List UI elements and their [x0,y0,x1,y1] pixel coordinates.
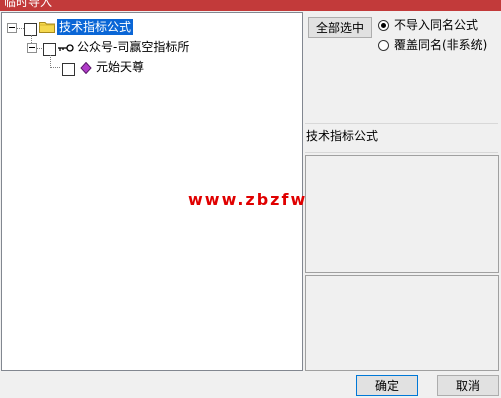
leaf-checkbox[interactable] [62,63,75,76]
detail-title-text: 技术指标公式 [306,129,379,143]
select-all-button[interactable]: 全部选中 [308,17,372,38]
title-bar: 临时导入 [0,0,501,11]
radio-overwrite[interactable]: 覆盖同名(非系统) [378,38,498,52]
tree-connector [37,48,42,49]
collapse-icon[interactable] [7,23,17,33]
key-icon [58,44,74,52]
description-box [305,155,499,273]
gem-icon [80,62,92,74]
tree-node-leaf-label[interactable]: 元始天尊 [96,59,144,75]
ok-button[interactable]: 确定 [356,375,418,396]
tree-node-child[interactable]: 公众号-司赢空指标所 [2,39,222,57]
radio-button[interactable] [378,40,389,51]
detail-title: 技术指标公式 [305,123,498,153]
window-title: 临时导入 [4,0,53,9]
tree-connector [17,28,24,29]
radio-button[interactable] [378,20,389,31]
folder-icon [39,22,55,33]
tree-node-root-label[interactable]: 技术指标公式 [57,19,134,35]
cancel-button[interactable]: 取消 [437,375,499,396]
radio-no-import[interactable]: 不导入同名公式 [378,18,498,32]
tree-node-child-label[interactable]: 公众号-司赢空指标所 [77,39,189,55]
tree-node-leaf[interactable]: 元始天尊 [2,59,202,77]
notes-box [305,275,499,371]
collapse-icon[interactable] [27,43,37,53]
tree-node-root[interactable]: 技术指标公式 [2,19,202,37]
